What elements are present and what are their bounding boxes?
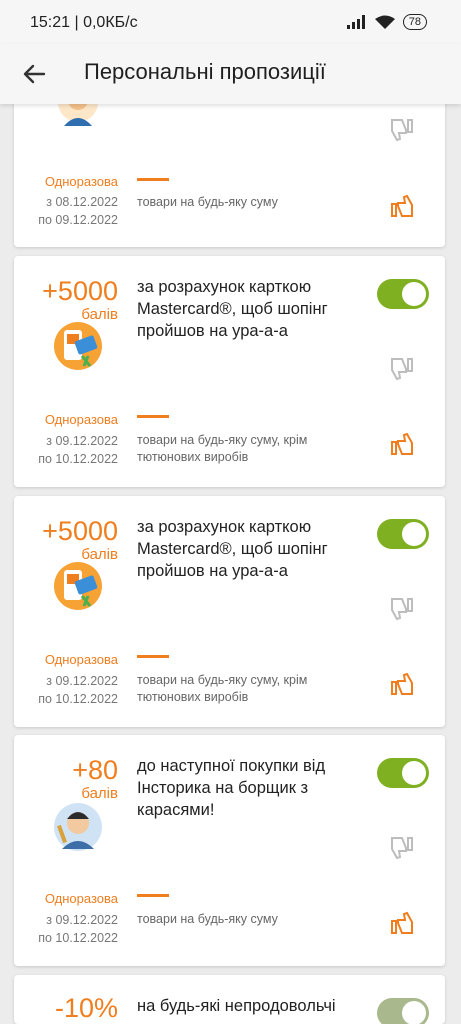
dislike-icon[interactable]	[388, 595, 416, 623]
offer-card: +80 балів до наступної покупки від Інсто…	[14, 735, 445, 966]
status-bar: 15:21 | 0,0КБ/с 78	[0, 0, 461, 44]
offer-description: на будь-які непродовольчі	[137, 997, 336, 1015]
offer-amount: +5000	[42, 276, 118, 306]
offer-card: +5000 балів за розрахунок карткою Master…	[14, 256, 445, 487]
app-bar: Персональні пропозиції	[0, 44, 461, 104]
perforation	[14, 80, 20, 247]
signal-icon	[346, 15, 365, 29]
perforation	[14, 256, 20, 487]
offer-date-to: по 09.12.2022	[38, 213, 118, 227]
toggle-knob	[402, 761, 426, 785]
offer-date-to: по 10.12.2022	[38, 931, 118, 945]
offer-date-to: по 10.12.2022	[38, 692, 118, 706]
like-icon[interactable]	[388, 192, 416, 220]
battery-icon: 78	[402, 14, 427, 30]
offer-scope: товари на будь-яку суму	[137, 912, 278, 926]
offer-toggle[interactable]	[377, 998, 429, 1024]
dislike-icon[interactable]	[388, 834, 416, 862]
dash-divider	[137, 415, 169, 418]
like-icon[interactable]	[388, 670, 416, 698]
perforation	[14, 975, 20, 1024]
offer-frequency: Одноразова	[44, 891, 118, 906]
offer-scope: товари на будь-яку суму	[137, 195, 278, 209]
offer-card: +5000 балів за розрахунок карткою Master…	[14, 496, 445, 727]
offer-date-to: по 10.12.2022	[38, 452, 118, 466]
like-icon[interactable]	[388, 909, 416, 937]
page-title: Персональні пропозиції	[84, 59, 326, 84]
offer-frequency: Одноразова	[44, 652, 118, 667]
card-payment-illustration-icon	[54, 562, 102, 610]
offer-card: -10% на будь-які непродовольчі	[14, 975, 445, 1024]
dash-divider	[137, 655, 169, 658]
dash-divider	[137, 894, 169, 897]
dislike-icon[interactable]	[388, 116, 416, 144]
offer-date-from: з 09.12.2022	[46, 913, 118, 927]
offers-list: Одноразова з 08.12.2022 товари на будь-я…	[0, 0, 461, 1024]
avatar-illustration-icon	[54, 803, 102, 851]
toggle-knob	[402, 282, 426, 306]
offer-amount: -10%	[54, 993, 118, 1023]
offer-card: Одноразова з 08.12.2022 товари на будь-я…	[14, 80, 445, 247]
offer-date-from: з 09.12.2022	[46, 434, 118, 448]
offer-amount: +80	[72, 755, 118, 785]
offer-scope: товари на будь-яку суму, крім тютюнових …	[137, 433, 308, 464]
status-time: 15:21 | 0,0КБ/с	[30, 14, 138, 31]
wifi-icon	[374, 15, 395, 29]
offer-frequency: Одноразова	[44, 412, 118, 427]
offer-amount: +5000	[42, 516, 118, 546]
back-arrow-icon[interactable]	[20, 60, 48, 88]
offer-scope: товари на будь-яку суму, крім тютюнових …	[137, 673, 308, 704]
offer-date-from: з 09.12.2022	[46, 674, 118, 688]
offer-description: до наступної покупки від Інсторика на бо…	[137, 757, 326, 819]
perforation	[14, 735, 20, 966]
offer-toggle[interactable]	[377, 758, 429, 788]
dash-divider	[137, 178, 169, 181]
toggle-knob	[402, 1001, 426, 1024]
offer-date-from: з 08.12.2022	[46, 195, 118, 209]
offer-toggle[interactable]	[377, 279, 429, 309]
status-icons: 78	[346, 14, 427, 30]
offer-description: за розрахунок карткою Mastercard®, щоб ш…	[137, 278, 328, 340]
offer-description: за розрахунок карткою Mastercard®, щоб ш…	[137, 518, 328, 580]
perforation	[14, 496, 20, 727]
offer-frequency: Одноразова	[44, 174, 118, 189]
card-payment-illustration-icon	[54, 322, 102, 370]
dislike-icon[interactable]	[388, 355, 416, 383]
offer-unit: балів	[81, 785, 118, 802]
toggle-knob	[402, 522, 426, 546]
like-icon[interactable]	[388, 430, 416, 458]
offer-toggle[interactable]	[377, 519, 429, 549]
